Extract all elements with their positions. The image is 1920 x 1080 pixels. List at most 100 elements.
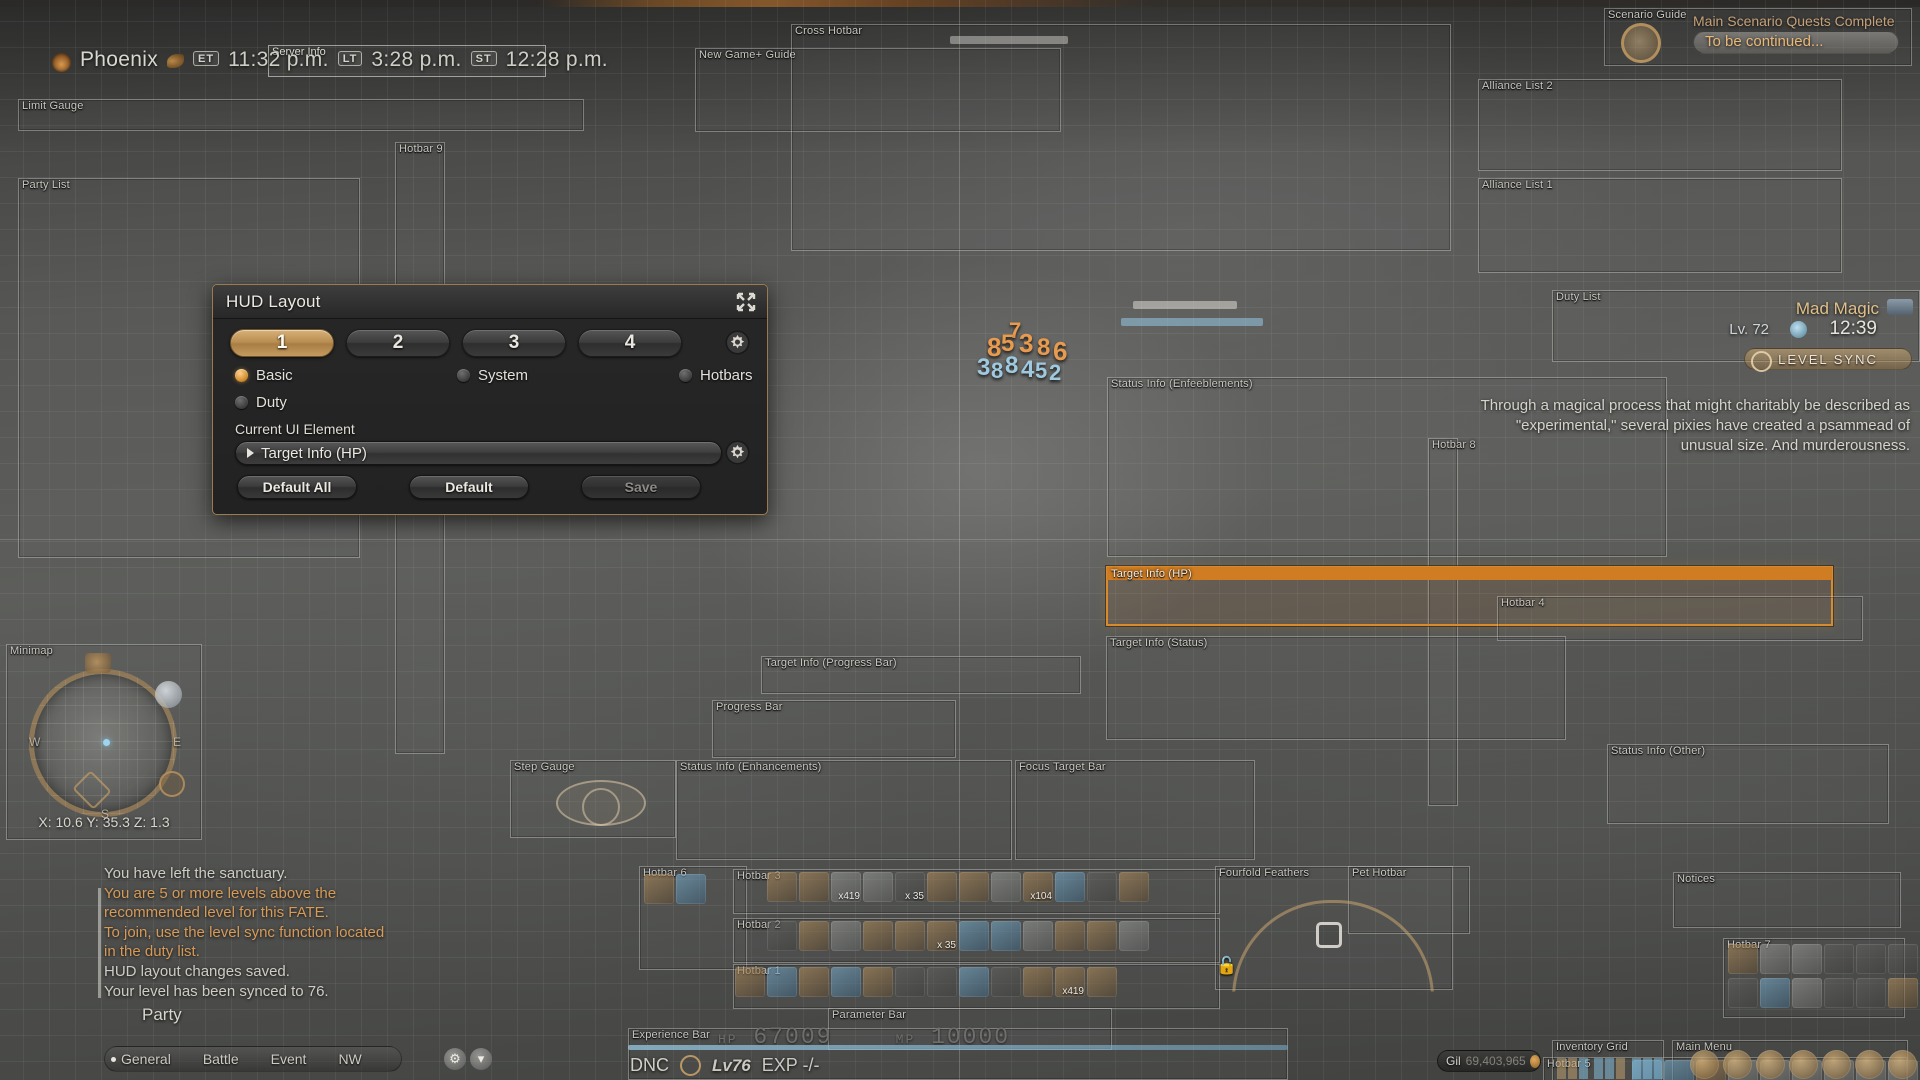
hotbar-slot[interactable]: x104 [1023,872,1053,902]
layout-tab-2[interactable]: 2 [346,329,450,357]
main-menu-character-icon[interactable] [1690,1050,1719,1079]
scenario-guide-panel[interactable]: Scenario Guide Main Scenario Quests Comp… [1604,8,1912,66]
hotbar-slot[interactable] [895,921,925,951]
category-radio-basic[interactable]: Basic [235,367,385,384]
layout-tab-3[interactable]: 3 [462,329,566,357]
hud-element-cross-hotbar[interactable]: Cross Hotbar [791,24,1451,251]
hud-element-limit-gauge[interactable]: Limit Gauge [18,99,584,131]
hotbar-slot[interactable] [959,967,989,997]
hotbar-slot[interactable] [1792,978,1822,1008]
category-radio-row-1[interactable]: Basic System Hotbars [235,367,753,384]
hotbar-slot[interactable] [1087,967,1117,997]
layout-tab-1[interactable]: 1 [230,329,334,357]
hotbar-slot[interactable] [1119,921,1149,951]
category-radio-hotbars[interactable]: Hotbars [679,367,753,384]
hud-element-notices[interactable]: Notices [1673,872,1901,928]
hotbar-slot[interactable]: x 35 [927,921,957,951]
hotbar-3-slots[interactable]: x419 x 35 x104 [767,872,1149,902]
hotbar-slot[interactable] [1055,872,1085,902]
hotbar-slot[interactable] [1888,944,1918,974]
hotbar-slot[interactable] [1023,921,1053,951]
hud-element-alliance-list-2[interactable]: Alliance List 2 [1478,79,1842,171]
gil-display[interactable]: Gil 69,403,965 [1437,1050,1541,1072]
hotbar-slot[interactable] [895,967,925,997]
hotbar-slot[interactable] [991,872,1021,902]
save-button[interactable]: Save [581,475,701,499]
hotbar-slot[interactable] [1856,978,1886,1008]
inventory-grid-cells[interactable] [1557,1058,1665,1080]
hotbar-slot[interactable] [927,872,957,902]
hotbar-slot[interactable] [991,921,1021,951]
hotbar-slot[interactable] [1087,921,1117,951]
chat-filter-icon[interactable]: ▾ [470,1048,492,1070]
hotbar-slot[interactable] [735,967,765,997]
hotbar-slot[interactable] [863,921,893,951]
level-sync-button[interactable]: LEVEL SYNC [1744,348,1912,372]
category-radio-system[interactable]: System [457,367,607,384]
chat-tab-event[interactable]: Event [255,1051,323,1067]
hotbar-slot[interactable] [959,872,989,902]
hud-element-alliance-list-1[interactable]: Alliance List 1 [1478,178,1842,273]
hud-element-target-info-status[interactable]: Target Info (Status) [1106,636,1566,740]
hotbar-slot[interactable] [799,921,829,951]
category-radio-duty[interactable]: Duty [235,394,287,411]
hud-element-progress-bar[interactable]: Progress Bar [712,700,956,758]
hotbar-slot[interactable]: x419 [831,872,861,902]
chat-tab-bar[interactable]: General Battle Event NW [104,1046,402,1072]
hotbar-slot[interactable] [863,872,893,902]
hotbar-slot[interactable] [1023,967,1053,997]
hotbar-7-row-2-slots[interactable] [1728,978,1918,1008]
hotbar-slot[interactable] [767,967,797,997]
dialog-titlebar[interactable]: HUD Layout [213,285,767,319]
chat-tab-general[interactable]: General [105,1051,187,1067]
hotbar-slot[interactable] [1119,872,1149,902]
default-button[interactable]: Default [409,475,529,499]
minimap-compass-icon[interactable] [159,771,185,797]
expand-collapse-icon[interactable] [735,291,757,313]
hud-layout-dialog[interactable]: HUD Layout 1234 Basic System Hotbars Duty … [212,284,768,515]
main-menu-social-icon[interactable] [1822,1050,1851,1079]
hud-element-status-info-enhancements[interactable]: Status Info (Enhancements) [676,760,1012,860]
main-menu-duty-icon[interactable] [1756,1050,1785,1079]
hotbar-slot[interactable] [1728,944,1758,974]
hotbar-slot[interactable] [927,967,957,997]
hotbar-slot[interactable] [1856,944,1886,974]
chat-settings-icon[interactable]: ⚙ [444,1048,466,1070]
dialog-button-row[interactable]: Default All Default Save [237,475,745,499]
hotbar-slot[interactable] [991,967,1021,997]
hotbar-7-row-1-slots[interactable] [1728,944,1918,974]
hotbar-slot[interactable] [799,967,829,997]
main-menu-icons[interactable] [1690,1050,1917,1079]
hotbar-slot[interactable] [1888,978,1918,1008]
hotbar-slot[interactable] [1792,944,1822,974]
hotbar-slot[interactable]: x 35 [895,872,925,902]
main-menu-system-icon[interactable] [1855,1050,1884,1079]
default-all-button[interactable]: Default All [237,475,357,499]
hud-element-hotbar-4[interactable]: Hotbar 4 [1497,596,1863,641]
element-settings-gear-icon[interactable] [724,439,751,466]
hotbar-2-slots[interactable]: x 35 [767,921,1149,951]
hotbar-slot[interactable] [959,921,989,951]
hotbar-slot[interactable] [1824,944,1854,974]
hotbar-slot[interactable] [1824,978,1854,1008]
hotbar-1-slots[interactable]: x419 [735,967,1117,997]
chat-scroll-indicator[interactable] [98,888,101,998]
hotbar-slot[interactable] [676,874,706,904]
hud-element-status-info-other[interactable]: Status Info (Other) [1607,744,1889,824]
hotbar-slot[interactable] [767,872,797,902]
category-radio-row-2[interactable]: Duty [235,394,287,411]
layout-tab-row[interactable]: 1234 [230,329,682,357]
hotbar-slot[interactable] [1760,944,1790,974]
hotbar-slot[interactable]: x419 [1055,967,1085,997]
hotbar-slot[interactable] [799,872,829,902]
hud-element-focus-target-bar[interactable]: Focus Target Bar [1015,760,1255,860]
main-menu-xiv-icon[interactable] [1888,1050,1917,1079]
hotbar-slot[interactable] [863,967,893,997]
hud-element-target-info-progress-bar[interactable]: Target Info (Progress Bar) [761,656,1081,694]
layout-settings-gear-icon[interactable] [724,329,751,356]
hotbar-slot[interactable] [1087,872,1117,902]
hotbar-slot[interactable] [1055,921,1085,951]
hud-lock-icon[interactable]: 🔓 [1216,956,1237,976]
layout-tab-4[interactable]: 4 [578,329,682,357]
hotbar-slot[interactable] [831,921,861,951]
